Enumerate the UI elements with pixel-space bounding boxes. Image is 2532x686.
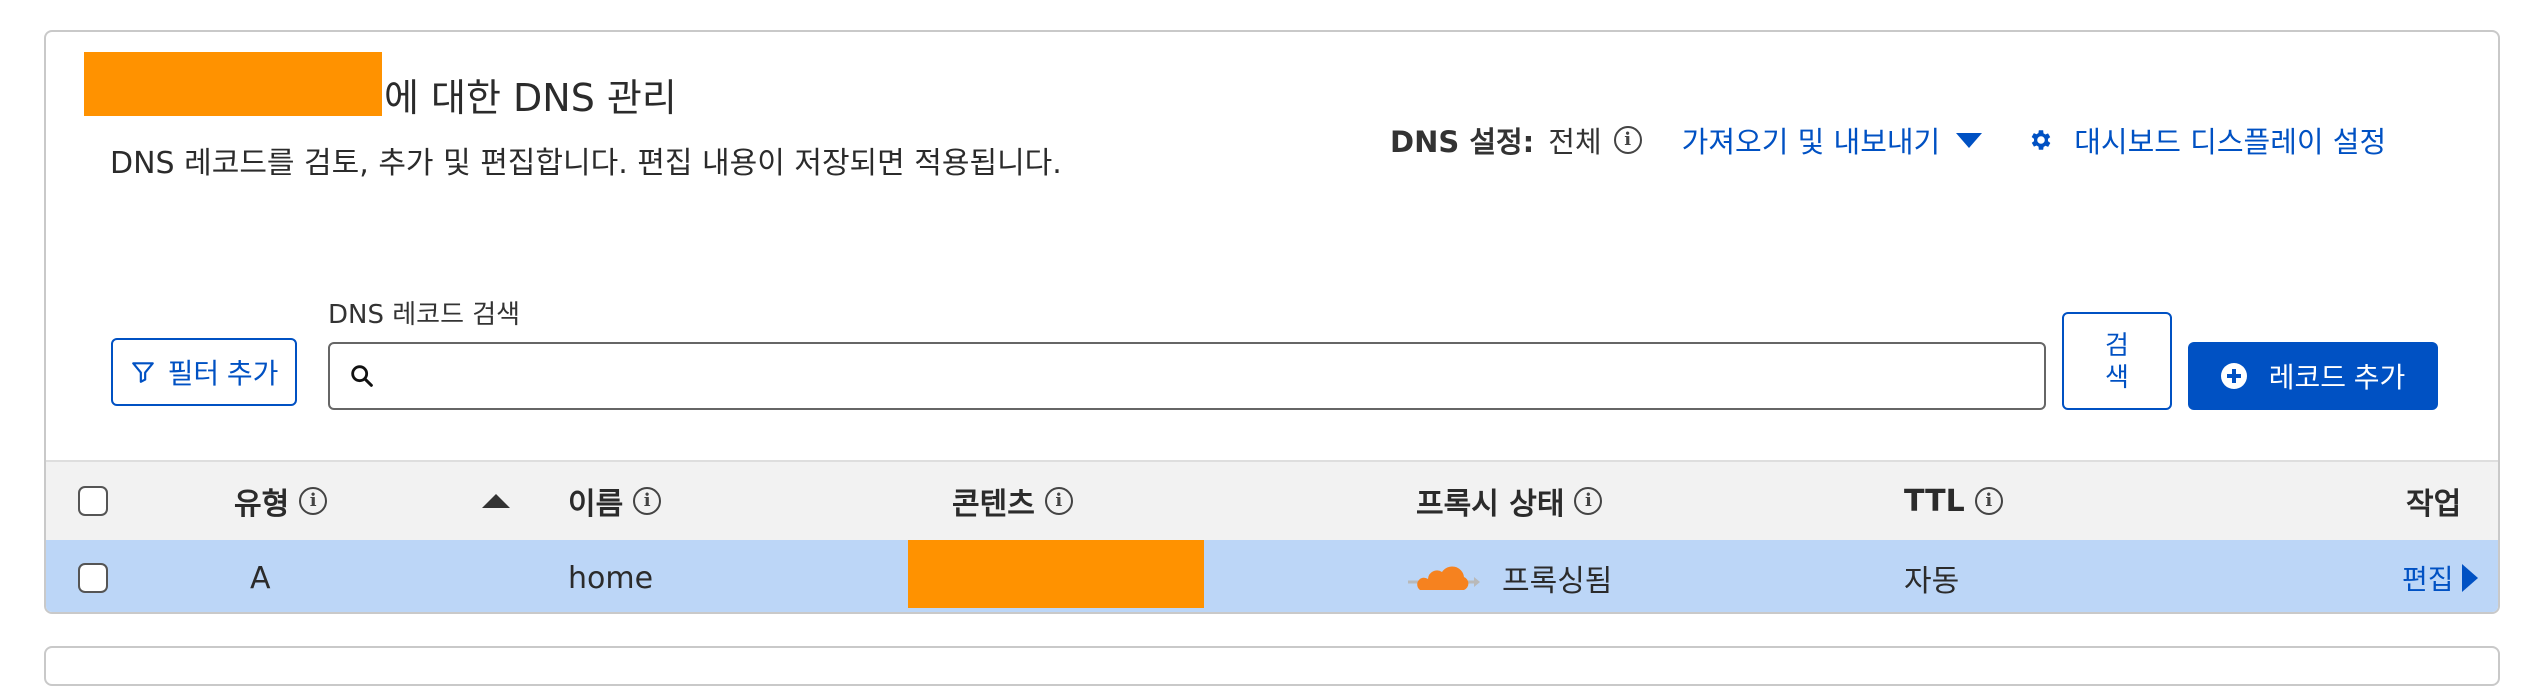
column-type[interactable]: 유형 i — [234, 462, 328, 540]
column-ttl[interactable]: TTL i — [1904, 462, 2003, 540]
dns-record-search-field[interactable] — [328, 342, 2046, 410]
search-input[interactable] — [390, 359, 1990, 393]
add-record-button[interactable]: 레코드 추가 — [2188, 342, 2438, 410]
filter-icon — [131, 362, 154, 383]
record-type: A — [250, 560, 271, 596]
column-proxy-label: 프록시 상태 — [1416, 487, 1565, 522]
next-card-edge — [44, 646, 2500, 686]
page-title: 에 대한 DNS 관리 — [384, 76, 677, 120]
dns-management-card: 에 대한 DNS 관리 DNS 레코드를 검토, 추가 및 편집합니다. 편집 … — [44, 30, 2500, 614]
caret-down-icon — [1956, 132, 1983, 148]
sort-up-icon — [482, 494, 510, 508]
add-filter-label: 필터 추가 — [167, 358, 279, 389]
dashboard-display-label: 대시보드 디스플레이 설정 — [2074, 125, 2387, 159]
caret-right-icon — [2461, 564, 2478, 592]
info-icon[interactable]: i — [1613, 126, 1642, 154]
search-button[interactable]: 검 색 — [2062, 312, 2172, 410]
row-select-cell — [78, 540, 108, 612]
plus-circle-icon — [2220, 363, 2247, 389]
info-icon[interactable]: i — [633, 487, 662, 515]
column-actions-label: 작업 — [2406, 487, 2462, 522]
column-name-label: 이름 — [568, 487, 624, 522]
column-proxy-status[interactable]: 프록시 상태 i — [1416, 462, 1603, 540]
import-export-label: 가져오기 및 내보내기 — [1681, 125, 1941, 159]
record-name: home — [568, 560, 654, 596]
redacted-domain — [84, 52, 382, 116]
edit-record-link[interactable]: 편집 — [2402, 540, 2478, 612]
sort-ascending-toggle[interactable] — [482, 462, 510, 540]
table-row[interactable]: A home 프록싱됨 자동 편집 — [46, 540, 2498, 612]
search-label: DNS 레코드 검색 — [328, 300, 521, 330]
record-ttl: 자동 — [1904, 564, 1960, 599]
column-actions: 작업 — [2406, 462, 2461, 540]
add-filter-button[interactable]: 필터 추가 — [111, 338, 297, 406]
column-content[interactable]: 콘텐츠 i — [952, 462, 1073, 540]
proxied-cloud-icon — [1408, 566, 1480, 590]
table-header: 유형 i 이름 i 콘텐츠 i 프록시 상태 i TTL i 작업 — [46, 460, 2498, 540]
column-type-label: 유형 — [234, 487, 290, 522]
edit-label: 편집 — [2402, 563, 2454, 596]
dashboard-display-settings-link[interactable]: 대시보드 디스플레이 설정 — [2028, 119, 2386, 161]
add-record-label: 레코드 추가 — [2268, 362, 2406, 393]
info-icon[interactable]: i — [299, 487, 328, 515]
select-all-cell — [78, 462, 108, 540]
search-icon — [351, 365, 373, 387]
column-ttl-label: TTL — [1904, 483, 1965, 519]
proxy-status-label: 프록싱됨 — [1502, 564, 1613, 599]
column-name[interactable]: 이름 i — [568, 462, 662, 540]
dns-setting-label: DNS 설정: — [1390, 125, 1535, 159]
header-actions: DNS 설정: 전체 i 가져오기 및 내보내기 대시보드 디스플레이 설정 — [1390, 112, 2386, 168]
dns-setting-value: 전체 — [1548, 125, 1602, 159]
redacted-content — [908, 540, 1204, 608]
info-icon[interactable]: i — [1044, 487, 1073, 515]
import-export-dropdown[interactable]: 가져오기 및 내보내기 — [1682, 119, 1983, 161]
page-description: DNS 레코드를 검토, 추가 및 편집합니다. 편집 내용이 저장되면 적용됩… — [110, 146, 1062, 181]
record-proxy-status: 프록싱됨 — [1406, 540, 1613, 612]
info-icon[interactable]: i — [1974, 487, 2003, 515]
info-icon[interactable]: i — [1574, 487, 1603, 515]
column-content-label: 콘텐츠 — [952, 487, 1035, 522]
gear-icon — [2031, 130, 2051, 150]
row-checkbox[interactable] — [78, 563, 108, 593]
select-all-checkbox[interactable] — [78, 486, 108, 516]
search-button-label: 검 색 — [2105, 330, 2129, 392]
edit-link[interactable]: 편집 — [2402, 558, 2478, 598]
